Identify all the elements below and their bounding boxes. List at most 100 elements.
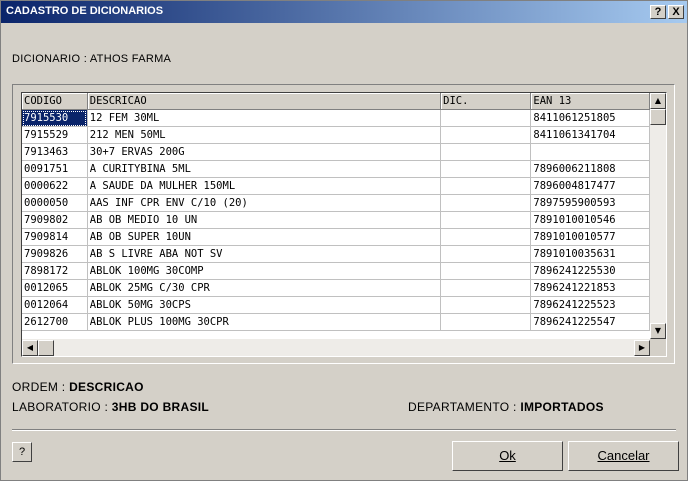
scroll-up-icon[interactable]: ▲ xyxy=(650,93,666,109)
column-header-descricao[interactable]: DESCRICAO xyxy=(87,93,442,110)
table-row[interactable]: 2612700 ABLOK PLUS 100MG 30CPR 78962412255… xyxy=(22,313,650,331)
horizontal-scroll-thumb[interactable] xyxy=(38,340,54,356)
ean13-cell[interactable]: 7897595900593 xyxy=(530,194,650,212)
close-button[interactable]: X xyxy=(668,5,684,19)
table-row[interactable]: 0091751 A CURITYBINA 5ML 7896006211808 xyxy=(22,160,650,178)
ordem-row: ORDEM : DESCRICAO xyxy=(12,380,144,394)
descricao-cell[interactable]: 12 FEM 30ML xyxy=(87,109,442,127)
dic-cell[interactable] xyxy=(440,296,532,314)
codigo-cell[interactable]: 7898172 xyxy=(22,262,88,280)
ok-button[interactable]: Ok xyxy=(452,441,563,471)
codigo-cell[interactable]: 0091751 xyxy=(22,160,88,178)
title-help-button[interactable]: ? xyxy=(650,5,666,19)
header-row: CODIGO DESCRICAO DIC. EAN 13 xyxy=(22,93,650,110)
descricao-cell[interactable]: 212 MEN 50ML xyxy=(87,126,442,144)
grid-viewport: CODIGO DESCRICAO DIC. EAN 13 7915530 12 F… xyxy=(22,93,650,339)
divider xyxy=(12,429,676,431)
codigo-cell[interactable]: 7909814 xyxy=(22,228,88,246)
descricao-cell[interactable]: ABLOK 25MG C/30 CPR xyxy=(87,279,442,297)
departamento-label: DEPARTAMENTO : xyxy=(408,400,517,414)
dictionary-grid[interactable]: CODIGO DESCRICAO DIC. EAN 13 7915530 12 F… xyxy=(21,92,667,357)
table-row[interactable]: 7909826 AB S LIVRE ABA NOT SV 789101003563… xyxy=(22,245,650,263)
window-title: CADASTRO DE DICIONARIOS xyxy=(6,5,164,17)
dic-cell[interactable] xyxy=(440,228,532,246)
ordem-label: ORDEM : xyxy=(12,380,66,394)
codigo-cell[interactable]: 0000050 xyxy=(22,194,88,212)
table-row[interactable]: 0012065 ABLOK 25MG C/30 CPR 7896241221853 xyxy=(22,279,650,297)
dic-cell[interactable] xyxy=(440,262,532,280)
dic-cell[interactable] xyxy=(440,126,532,144)
help-button[interactable]: ? xyxy=(12,442,32,462)
ean13-cell[interactable]: 7891010035631 xyxy=(530,245,650,263)
dic-cell[interactable] xyxy=(440,143,532,161)
codigo-cell[interactable]: 0012064 xyxy=(22,296,88,314)
column-header-codigo[interactable]: CODIGO xyxy=(22,93,88,110)
ean13-cell[interactable]: 7896006211808 xyxy=(530,160,650,178)
dic-cell[interactable] xyxy=(440,160,532,178)
ean13-cell[interactable]: 7896004817477 xyxy=(530,177,650,195)
ean13-cell[interactable]: 7896241225523 xyxy=(530,296,650,314)
ean13-cell[interactable]: 8411061341704 xyxy=(530,126,650,144)
column-header-dic[interactable]: DIC. xyxy=(440,93,532,110)
dic-cell[interactable] xyxy=(440,279,532,297)
descricao-cell[interactable]: ABLOK PLUS 100MG 30CPR xyxy=(87,313,442,331)
table-row[interactable]: 7898172 ABLOK 100MG 30COMP 7896241225530 xyxy=(22,262,650,280)
table-row[interactable]: 0000050 AAS INF CPR ENV C/10 (20) 78975959… xyxy=(22,194,650,212)
dic-cell[interactable] xyxy=(440,177,532,195)
departamento-row: DEPARTAMENTO : IMPORTADOS xyxy=(408,400,604,414)
table-row[interactable]: 7913463 30+7 ERVAS 200G xyxy=(22,143,650,161)
dic-cell[interactable] xyxy=(440,245,532,263)
codigo-cell[interactable]: 2612700 xyxy=(22,313,88,331)
vertical-scroll-thumb[interactable] xyxy=(650,109,666,125)
codigo-cell[interactable]: 0000622 xyxy=(22,177,88,195)
descricao-cell[interactable]: 30+7 ERVAS 200G xyxy=(87,143,442,161)
dic-cell[interactable] xyxy=(440,194,532,212)
dictionary-dialog: CADASTRO DE DICIONARIOS ? X DICIONARIO :… xyxy=(0,0,688,481)
table-row[interactable]: 7909814 AB OB SUPER 10UN 7891010010577 xyxy=(22,228,650,246)
laboratorio-label: LABORATORIO : xyxy=(12,400,109,414)
title-bar[interactable]: CADASTRO DE DICIONARIOS ? X xyxy=(1,1,687,23)
dictionary-table: CODIGO DESCRICAO DIC. EAN 13 7915530 12 F… xyxy=(22,93,650,331)
ean13-cell[interactable]: 7896241225530 xyxy=(530,262,650,280)
ok-label: Ok xyxy=(499,448,516,463)
codigo-cell[interactable]: 0012065 xyxy=(22,279,88,297)
dic-cell[interactable] xyxy=(440,109,532,127)
codigo-cell[interactable]: 7915529 xyxy=(22,126,88,144)
scroll-down-icon[interactable]: ▼ xyxy=(650,323,666,339)
descricao-cell[interactable]: AAS INF CPR ENV C/10 (20) xyxy=(87,194,442,212)
table-row[interactable]: 0000622 A SAUDE DA MULHER 150ML 7896004817… xyxy=(22,177,650,195)
table-row[interactable]: 7909802 AB OB MEDIO 10 UN 7891010010546 xyxy=(22,211,650,229)
codigo-cell[interactable]: 7915530 xyxy=(22,109,88,127)
ean13-cell[interactable]: 7891010010577 xyxy=(530,228,650,246)
codigo-cell[interactable]: 7909826 xyxy=(22,245,88,263)
scroll-right-icon[interactable]: ▶ xyxy=(634,340,650,356)
ean13-cell[interactable]: 7891010010546 xyxy=(530,211,650,229)
descricao-cell[interactable]: A SAUDE DA MULHER 150ML xyxy=(87,177,442,195)
vertical-scrollbar[interactable]: ▲ ▼ xyxy=(650,93,666,339)
codigo-cell[interactable]: 7913463 xyxy=(22,143,88,161)
table-row[interactable]: 0012064 ABLOK 50MG 30CPS 7896241225523 xyxy=(22,296,650,314)
cancel-button[interactable]: Cancelar xyxy=(568,441,679,471)
dictionary-label: DICIONARIO : ATHOS FARMA xyxy=(12,53,172,65)
ean13-cell[interactable]: 8411061251805 xyxy=(530,109,650,127)
descricao-cell[interactable]: AB OB SUPER 10UN xyxy=(87,228,442,246)
table-row[interactable]: 7915530 12 FEM 30ML 8411061251805 xyxy=(22,109,650,127)
descricao-cell[interactable]: AB OB MEDIO 10 UN xyxy=(87,211,442,229)
codigo-cell[interactable]: 7909802 xyxy=(22,211,88,229)
laboratorio-value: 3HB DO BRASIL xyxy=(111,400,210,414)
dic-cell[interactable] xyxy=(440,211,532,229)
ean13-cell[interactable]: 7896241221853 xyxy=(530,279,650,297)
laboratorio-row: LABORATORIO : 3HB DO BRASIL xyxy=(12,400,209,414)
horizontal-scrollbar[interactable]: ◀ ▶ xyxy=(22,339,650,356)
scroll-left-icon[interactable]: ◀ xyxy=(22,340,38,356)
descricao-cell[interactable]: ABLOK 50MG 30CPS xyxy=(87,296,442,314)
departamento-value: IMPORTADOS xyxy=(520,400,604,414)
table-row[interactable]: 7915529 212 MEN 50ML 8411061341704 xyxy=(22,126,650,144)
column-header-ean13[interactable]: EAN 13 xyxy=(530,93,650,110)
ean13-cell[interactable] xyxy=(530,143,650,161)
descricao-cell[interactable]: A CURITYBINA 5ML xyxy=(87,160,442,178)
descricao-cell[interactable]: AB S LIVRE ABA NOT SV xyxy=(87,245,442,263)
ean13-cell[interactable]: 7896241225547 xyxy=(530,313,650,331)
descricao-cell[interactable]: ABLOK 100MG 30COMP xyxy=(87,262,442,280)
dic-cell[interactable] xyxy=(440,313,532,331)
